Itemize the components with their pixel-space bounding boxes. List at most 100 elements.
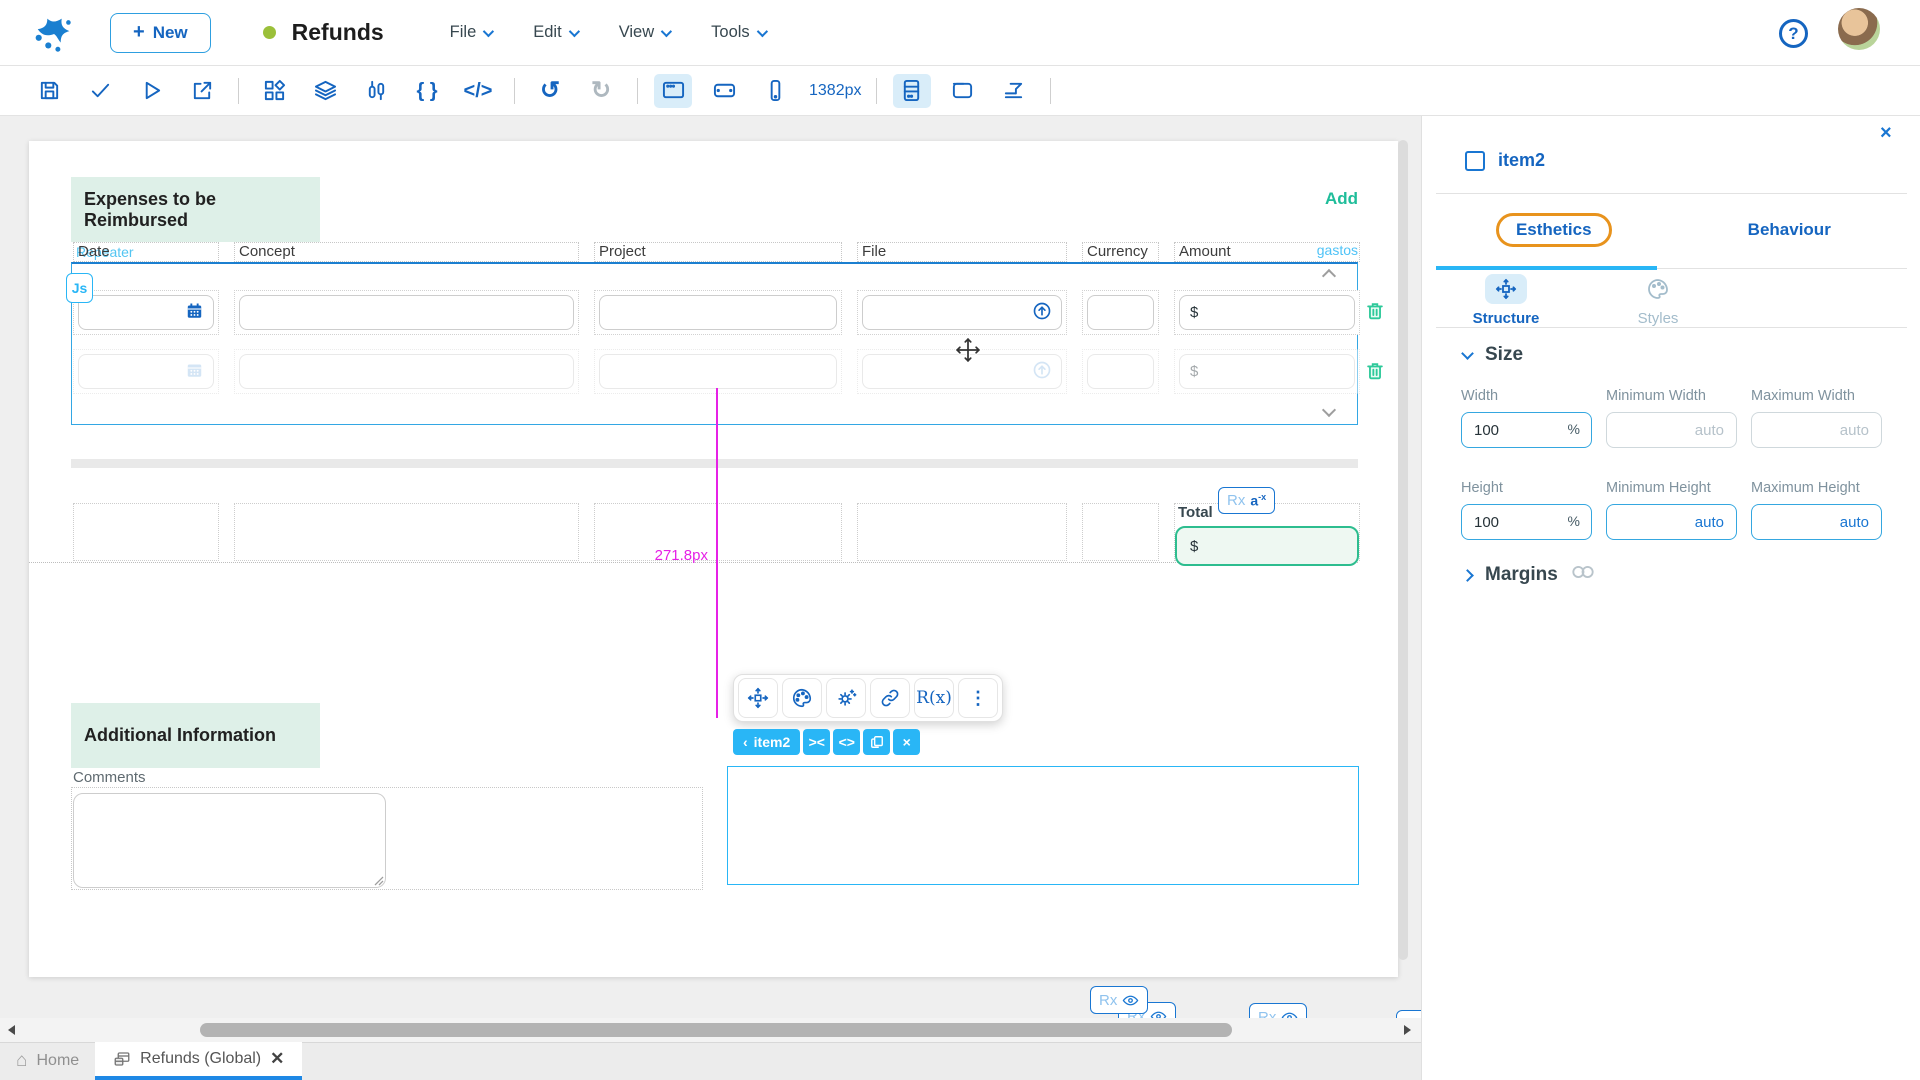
concept-input[interactable] bbox=[239, 354, 574, 389]
upload-icon[interactable] bbox=[1032, 360, 1052, 384]
repeater-binding-label: gastos bbox=[1279, 242, 1358, 258]
close-panel-icon[interactable]: × bbox=[1880, 122, 1892, 145]
rx-visibility-badge[interactable]: Rx bbox=[1090, 986, 1148, 1014]
widget-checkbox[interactable] bbox=[1465, 151, 1485, 171]
date-input[interactable] bbox=[78, 354, 214, 389]
settings-gear-icon[interactable] bbox=[826, 678, 866, 718]
close-icon[interactable]: × bbox=[893, 729, 920, 755]
tab-refunds-global[interactable]: Refunds (Global) ✕ bbox=[95, 1042, 302, 1080]
total-amount-input[interactable]: $ bbox=[1175, 526, 1359, 566]
reactive-formula-button[interactable]: R(x) bbox=[914, 678, 954, 718]
mobile-view-icon[interactable] bbox=[756, 74, 794, 108]
run-play-icon[interactable] bbox=[132, 74, 170, 108]
chevron-left-icon: ‹ bbox=[743, 734, 748, 750]
close-tab-icon[interactable]: ✕ bbox=[270, 1049, 284, 1069]
table-row: $ bbox=[73, 290, 1358, 335]
tab-home[interactable]: ⌂ Home bbox=[0, 1042, 95, 1080]
browser-frame-icon[interactable] bbox=[944, 74, 982, 108]
chevron-down-icon bbox=[661, 25, 672, 36]
panel-header: item2 bbox=[1465, 150, 1545, 171]
copy-icon[interactable] bbox=[863, 729, 890, 755]
delete-row-icon[interactable] bbox=[1364, 359, 1386, 383]
divider bbox=[1436, 327, 1907, 328]
menu-edit[interactable]: Edit bbox=[533, 23, 576, 42]
desktop-view-icon[interactable] bbox=[654, 74, 692, 108]
menu-file[interactable]: File bbox=[450, 23, 492, 42]
project-input[interactable] bbox=[599, 295, 837, 330]
horizontal-scrollbar-thumb[interactable] bbox=[200, 1023, 1232, 1037]
help-icon[interactable]: ? bbox=[1779, 19, 1808, 48]
more-options-icon[interactable]: ⋮ bbox=[958, 678, 998, 718]
width-label: Width bbox=[1461, 388, 1592, 406]
min-width-input[interactable] bbox=[1606, 412, 1737, 448]
source-code-icon[interactable]: </> bbox=[459, 74, 497, 108]
toolbar-divider bbox=[637, 78, 638, 104]
project-input[interactable] bbox=[599, 354, 837, 389]
rx-format-badge[interactable]: Rx a-x bbox=[1218, 487, 1275, 514]
resize-handle[interactable] bbox=[374, 876, 384, 886]
add-row-button[interactable]: Add bbox=[1325, 189, 1358, 209]
totals-cell bbox=[73, 503, 219, 561]
vertical-scrollbar[interactable] bbox=[1398, 136, 1408, 1016]
validate-check-icon[interactable] bbox=[81, 74, 119, 108]
max-height-input[interactable] bbox=[1751, 504, 1882, 540]
link-icon[interactable] bbox=[870, 678, 910, 718]
subtab-styles[interactable]: Styles bbox=[1613, 274, 1703, 327]
tab-esthetics[interactable]: Esthetics bbox=[1436, 208, 1672, 252]
braces-icon[interactable]: { } bbox=[408, 74, 446, 108]
structure-panel-icon[interactable] bbox=[893, 74, 931, 108]
repeater-selection-outline[interactable] bbox=[71, 262, 1358, 425]
currency-input[interactable] bbox=[1087, 295, 1154, 330]
amount-input[interactable]: $ bbox=[1179, 295, 1355, 330]
currency-input[interactable] bbox=[1087, 354, 1154, 389]
move-icon[interactable] bbox=[738, 678, 778, 718]
widgets-icon[interactable] bbox=[255, 74, 293, 108]
column-header-file: File bbox=[857, 242, 1067, 262]
max-width-input[interactable] bbox=[1751, 412, 1882, 448]
connections-icon[interactable] bbox=[357, 74, 395, 108]
code-icon[interactable]: <> bbox=[833, 729, 860, 755]
margins-section-header[interactable]: Margins bbox=[1463, 564, 1595, 586]
js-code-badge[interactable]: Js bbox=[66, 273, 93, 303]
text-format-icon: a-x bbox=[1250, 492, 1266, 509]
selected-widget-tag[interactable]: ‹ item2 bbox=[733, 729, 800, 755]
user-avatar[interactable] bbox=[1838, 8, 1880, 50]
comments-textarea[interactable] bbox=[73, 793, 386, 888]
amount-input[interactable]: $ bbox=[1179, 354, 1355, 389]
upload-icon[interactable] bbox=[1032, 301, 1052, 325]
item2-selected-container[interactable] bbox=[727, 766, 1359, 885]
redo-icon[interactable]: ↻ bbox=[582, 74, 620, 108]
new-button[interactable]: + New bbox=[110, 13, 211, 53]
scroll-right-arrow-icon[interactable] bbox=[1404, 1025, 1411, 1035]
swap-icon[interactable]: >< bbox=[803, 729, 830, 755]
calendar-icon[interactable] bbox=[185, 360, 204, 383]
menu-view[interactable]: View bbox=[619, 23, 669, 42]
tab-behaviour[interactable]: Behaviour bbox=[1672, 208, 1908, 252]
concept-input[interactable] bbox=[239, 295, 574, 330]
export-icon[interactable] bbox=[183, 74, 221, 108]
min-height-input[interactable] bbox=[1606, 504, 1737, 540]
screens-tabbar: ⌂ Home Refunds (Global) ✕ bbox=[0, 1042, 1421, 1080]
menu-tools[interactable]: Tools bbox=[711, 23, 765, 42]
height-fields: Height Minimum Height Maximum Height % bbox=[1461, 480, 1891, 540]
vertical-scrollbar-thumb[interactable] bbox=[1398, 140, 1408, 960]
save-icon[interactable] bbox=[30, 74, 68, 108]
delete-row-icon[interactable] bbox=[1364, 299, 1386, 323]
tablet-view-icon[interactable] bbox=[705, 74, 743, 108]
app-logo[interactable] bbox=[32, 10, 78, 56]
link-values-icon[interactable] bbox=[1571, 564, 1595, 586]
currency-symbol: $ bbox=[1190, 304, 1198, 321]
filter-funnel-icon[interactable] bbox=[995, 74, 1033, 108]
horizontal-scrollbar[interactable] bbox=[0, 1018, 1421, 1042]
screen-icon bbox=[113, 1050, 131, 1068]
file-upload-input[interactable] bbox=[862, 295, 1062, 330]
palette-icon[interactable] bbox=[782, 678, 822, 718]
undo-icon[interactable]: ↺ bbox=[531, 74, 569, 108]
date-input[interactable] bbox=[78, 295, 214, 330]
size-section-header[interactable]: Size bbox=[1463, 344, 1523, 366]
totals-cell bbox=[234, 503, 579, 561]
calendar-icon[interactable] bbox=[185, 301, 204, 324]
layers-icon[interactable] bbox=[306, 74, 344, 108]
scroll-left-arrow-icon[interactable] bbox=[8, 1025, 15, 1035]
subtab-structure[interactable]: Structure bbox=[1461, 274, 1551, 327]
